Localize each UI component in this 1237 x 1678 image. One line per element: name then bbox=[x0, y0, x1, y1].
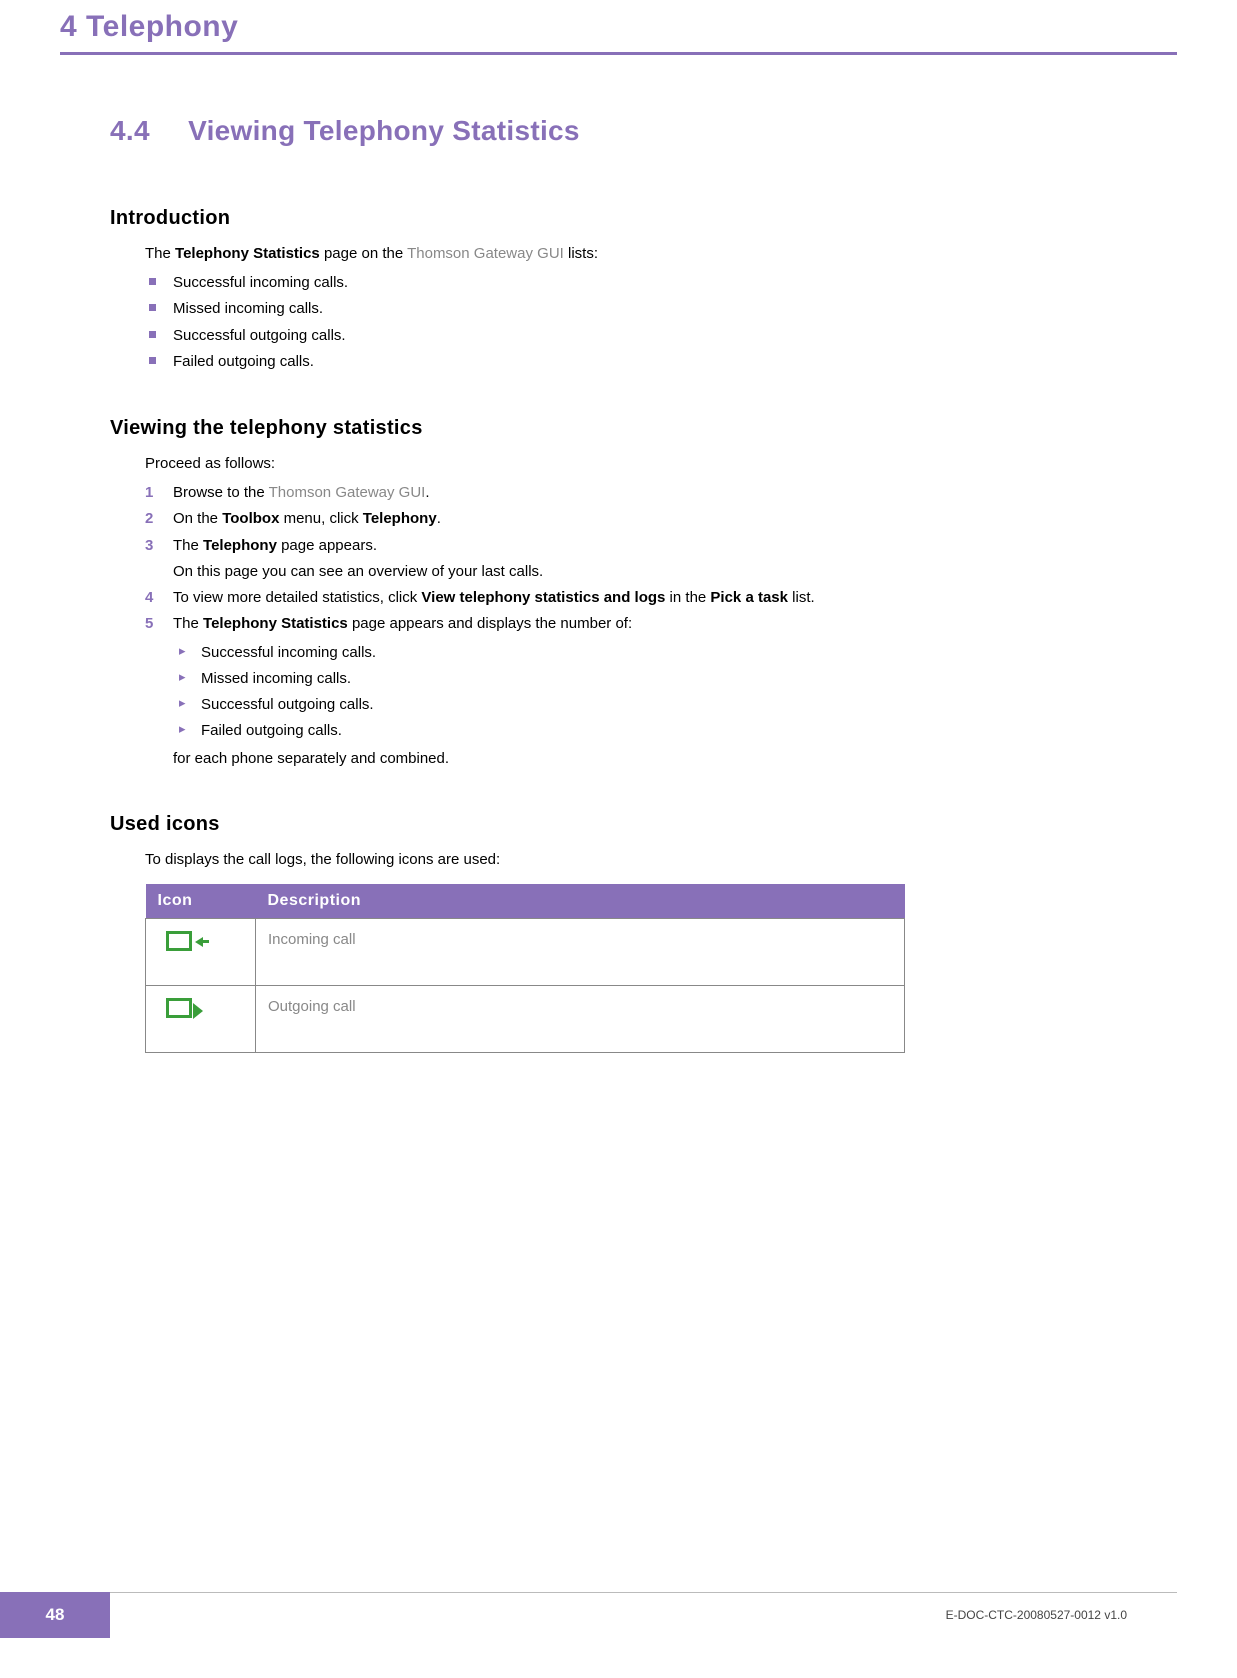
icons-heading: Used icons bbox=[110, 813, 1127, 836]
table-row: Outgoing call bbox=[146, 985, 905, 1052]
chapter-title: Telephony bbox=[86, 10, 238, 43]
viewing-lead: Proceed as follows: bbox=[145, 452, 1127, 476]
page-header: 4 Telephony bbox=[0, 0, 1237, 55]
page-footer: 48 E-DOC-CTC-20080527-0012 v1.0 bbox=[0, 1592, 1237, 1638]
viewing-steps: Browse to the Thomson Gateway GUI. On th… bbox=[145, 480, 1127, 771]
step5-sublist: Successful incoming calls. Missed incomi… bbox=[173, 640, 1127, 745]
page-number: 48 bbox=[0, 1592, 110, 1638]
list-item: To view more detailed statistics, click … bbox=[145, 585, 1127, 611]
outgoing-call-icon bbox=[166, 998, 192, 1018]
list-item: Browse to the Thomson Gateway GUI. bbox=[145, 480, 1127, 506]
description-cell: Outgoing call bbox=[256, 985, 905, 1052]
section-heading: 4.4 Viewing Telephony Statistics bbox=[110, 115, 1127, 147]
list-item: Missed incoming calls. bbox=[173, 666, 1127, 692]
link-text: Thomson Gateway GUI bbox=[269, 484, 426, 501]
section-number: 4.4 bbox=[110, 115, 180, 147]
introduction-block: Introduction The Telephony Statistics pa… bbox=[110, 207, 1127, 375]
viewing-heading: Viewing the telephony statistics bbox=[110, 417, 1127, 440]
list-item: Failed outgoing calls. bbox=[173, 718, 1127, 744]
list-item: Successful incoming calls. bbox=[145, 270, 1127, 296]
intro-text-post: lists: bbox=[564, 245, 598, 262]
icon-cell bbox=[146, 918, 256, 985]
icon-cell bbox=[146, 985, 256, 1052]
list-item: Failed outgoing calls. bbox=[145, 349, 1127, 375]
intro-text-mid: page on the bbox=[320, 245, 407, 262]
step5-tail: for each phone separately and combined. bbox=[173, 745, 1127, 771]
intro-text-link: Thomson Gateway GUI bbox=[407, 245, 564, 262]
list-item: On the Toolbox menu, click Telephony. bbox=[145, 506, 1127, 532]
list-item: Missed incoming calls. bbox=[145, 296, 1127, 322]
intro-text-pre: The bbox=[145, 245, 175, 262]
table-header-description: Description bbox=[256, 884, 905, 919]
introduction-heading: Introduction bbox=[110, 207, 1127, 230]
list-item: The Telephony Statistics page appears an… bbox=[145, 611, 1127, 770]
viewing-block: Viewing the telephony statistics Proceed… bbox=[110, 417, 1127, 771]
list-item: Successful outgoing calls. bbox=[173, 692, 1127, 718]
intro-text-bold: Telephony Statistics bbox=[175, 245, 320, 262]
intro-bullet-list: Successful incoming calls. Missed incomi… bbox=[145, 270, 1127, 375]
table-header-row: Icon Description bbox=[146, 884, 905, 919]
incoming-call-icon bbox=[166, 931, 192, 951]
icons-block: Used icons To displays the call logs, th… bbox=[110, 813, 1127, 1053]
description-cell: Incoming call bbox=[256, 918, 905, 985]
section-title: Viewing Telephony Statistics bbox=[188, 115, 580, 146]
list-item: Successful incoming calls. bbox=[173, 640, 1127, 666]
list-item: Successful outgoing calls. bbox=[145, 323, 1127, 349]
icons-lead: To displays the call logs, the following… bbox=[145, 848, 1127, 872]
icons-table: Icon Description Incoming call Outgoing … bbox=[145, 884, 905, 1053]
doc-id: E-DOC-CTC-20080527-0012 v1.0 bbox=[946, 1592, 1127, 1638]
table-row: Incoming call bbox=[146, 918, 905, 985]
chapter-number: 4 bbox=[60, 10, 77, 43]
table-header-icon: Icon bbox=[146, 884, 256, 919]
list-item: The Telephony page appears. On this page… bbox=[145, 533, 1127, 586]
